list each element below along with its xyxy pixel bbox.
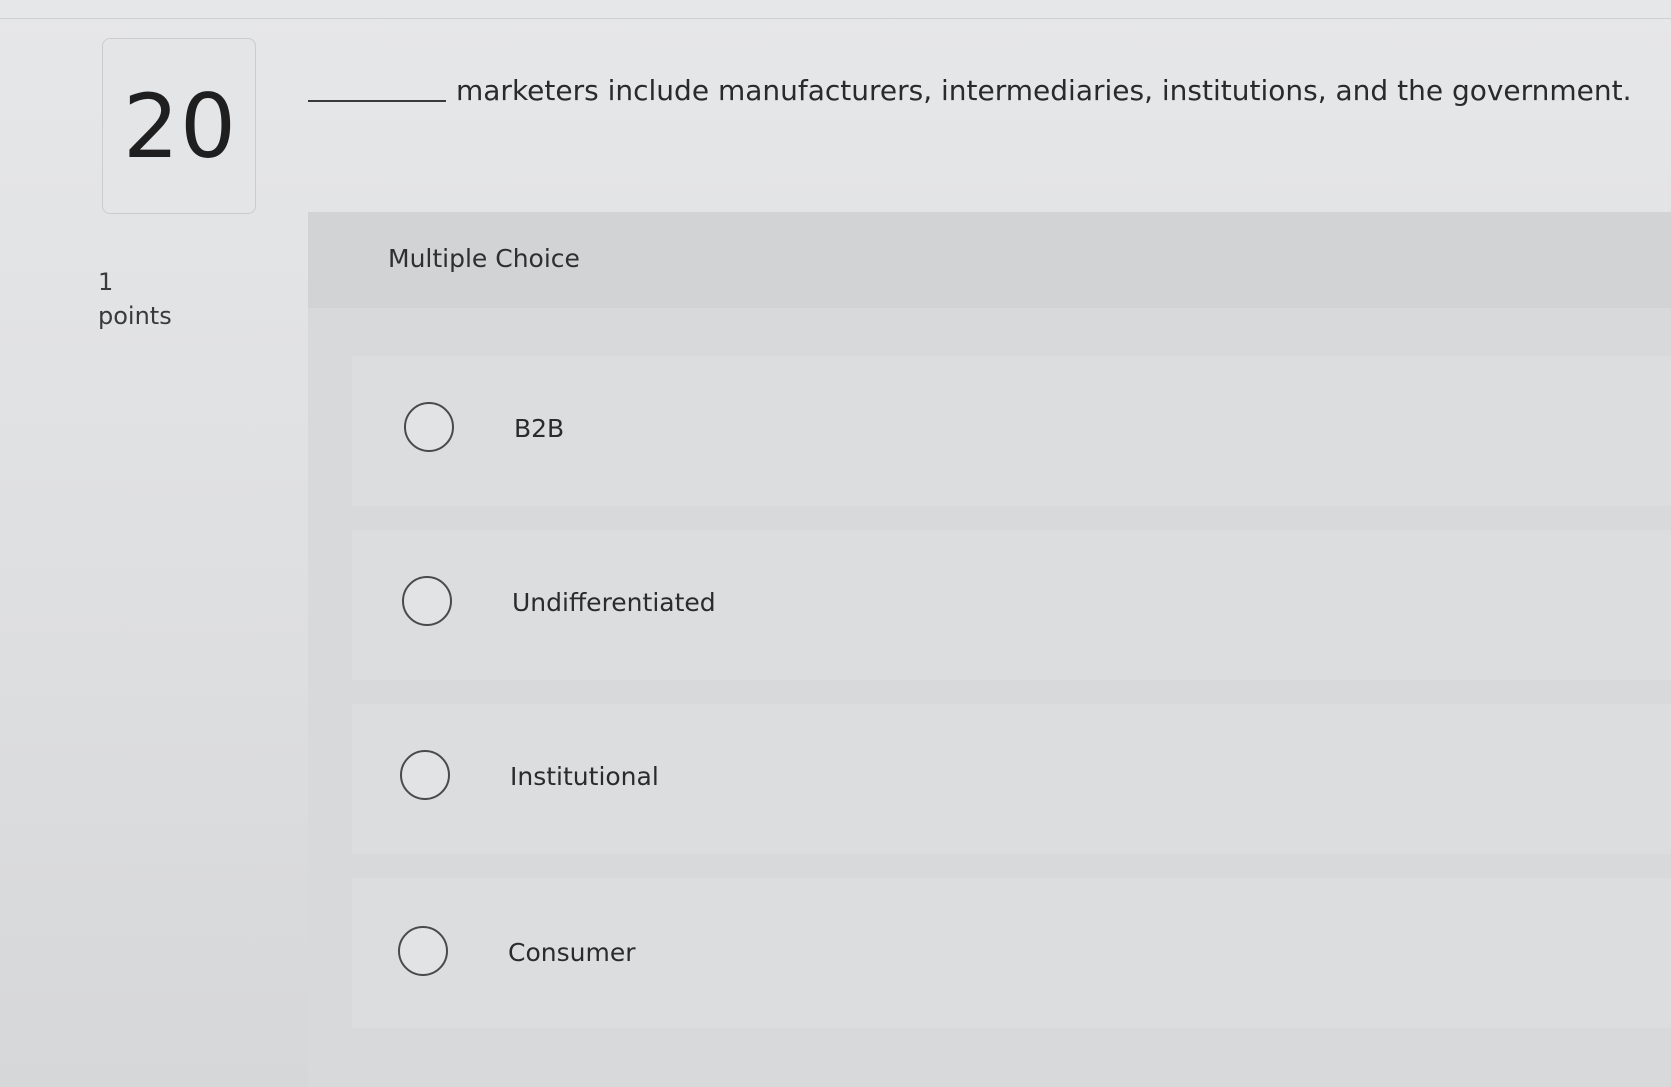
fill-in-blank <box>308 100 446 102</box>
option-label-undifferentiated: Undifferentiated <box>512 588 716 617</box>
radio-button-b2b[interactable] <box>404 402 454 452</box>
question-number: 20 <box>123 75 237 178</box>
radio-button-consumer[interactable] <box>398 926 448 976</box>
radio-button-institutional[interactable] <box>400 750 450 800</box>
option-label-consumer: Consumer <box>508 938 636 967</box>
points-label: points <box>98 302 172 330</box>
answer-type-label: Multiple Choice <box>388 244 580 273</box>
option-label-institutional: Institutional <box>510 762 659 791</box>
question-number-box: 20 <box>102 38 256 214</box>
top-divider <box>0 18 1671 19</box>
radio-button-undifferentiated[interactable] <box>402 576 452 626</box>
question-prompt: marketers include manufacturers, interme… <box>308 74 1632 107</box>
option-label-b2b: B2B <box>514 414 565 443</box>
points-value: 1 <box>98 268 114 296</box>
question-prompt-text: marketers include manufacturers, interme… <box>456 74 1632 107</box>
